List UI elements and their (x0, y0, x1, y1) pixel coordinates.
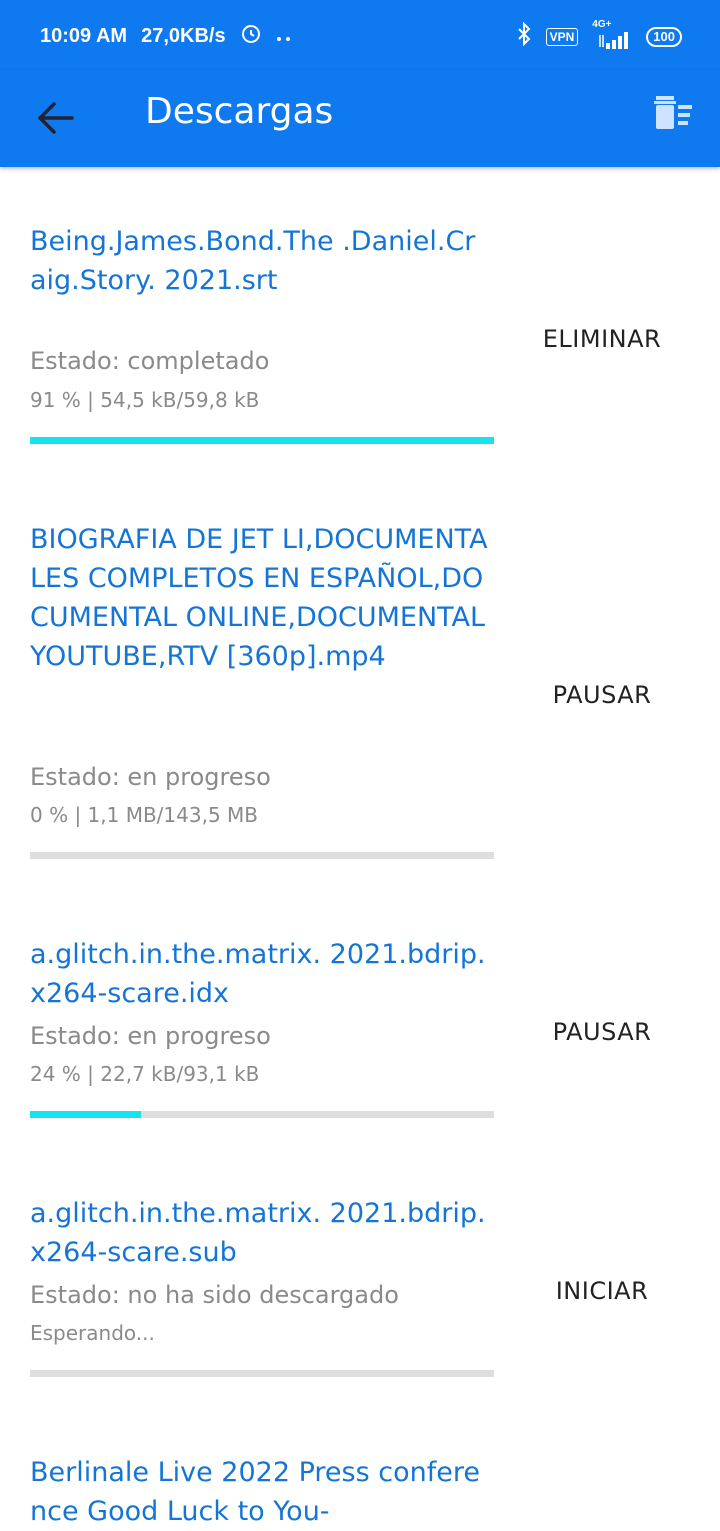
status-bar: 10:09 AM 27,0KB/s VPN 4G+ 100 (0, 0, 720, 70)
delete-list-button[interactable] (652, 94, 694, 132)
app-bar: Descargas (0, 70, 720, 167)
download-name[interactable]: BIOGRAFIA DE JET LI,DOCUMENTALES COMPLET… (30, 520, 490, 676)
download-progress-text: 0 % | 1,1 MB/143,5 MB (30, 803, 259, 827)
progress-bar (30, 1111, 494, 1118)
download-name[interactable]: Being.James.Bond.The .Daniel.Craig.Story… (30, 222, 490, 300)
bluetooth-icon (516, 21, 532, 52)
delete-button[interactable]: ELIMINAR (510, 325, 694, 353)
download-status: Estado: no ha sido descargado (30, 1281, 399, 1309)
download-status: Estado: en progreso (30, 763, 271, 791)
progress-bar (30, 437, 494, 444)
download-progress-text: Esperando... (30, 1321, 155, 1345)
download-name[interactable]: Berlinale Live 2022 Press conference Goo… (30, 1453, 490, 1531)
download-status: Estado: completado (30, 347, 270, 375)
alarm-icon (240, 22, 262, 50)
download-status: Estado: en progreso (30, 1022, 271, 1050)
battery-indicator: 100 (646, 27, 682, 47)
clock: 10:09 AM (40, 24, 128, 47)
progress-bar-fill (30, 1111, 142, 1118)
progress-bar-fill (30, 437, 494, 444)
start-button[interactable]: INICIAR (510, 1277, 694, 1305)
download-name[interactable]: a.glitch.in.the.matrix. 2021.bdrip.x264-… (30, 1194, 490, 1272)
download-progress-text: 24 % | 22,7 kB/93,1 kB (30, 1062, 260, 1086)
vpn-badge: VPN (545, 28, 579, 46)
page-title: Descargas (145, 91, 334, 132)
progress-bar (30, 852, 494, 859)
back-button[interactable] (36, 96, 76, 140)
download-progress-text: 91 % | 54,5 kB/59,8 kB (30, 388, 260, 412)
progress-bar (30, 1370, 494, 1377)
pause-button[interactable]: PAUSAR (510, 1018, 694, 1046)
network-speed: 27,0KB/s (141, 24, 226, 47)
trash-list-icon (654, 96, 692, 129)
more-dots-icon (276, 25, 292, 48)
signal-icon: 4G+ (592, 19, 632, 49)
arrow-left-icon (38, 102, 74, 134)
download-name[interactable]: a.glitch.in.the.matrix. 2021.bdrip.x264-… (30, 935, 490, 1013)
pause-button[interactable]: PAUSAR (510, 681, 694, 709)
